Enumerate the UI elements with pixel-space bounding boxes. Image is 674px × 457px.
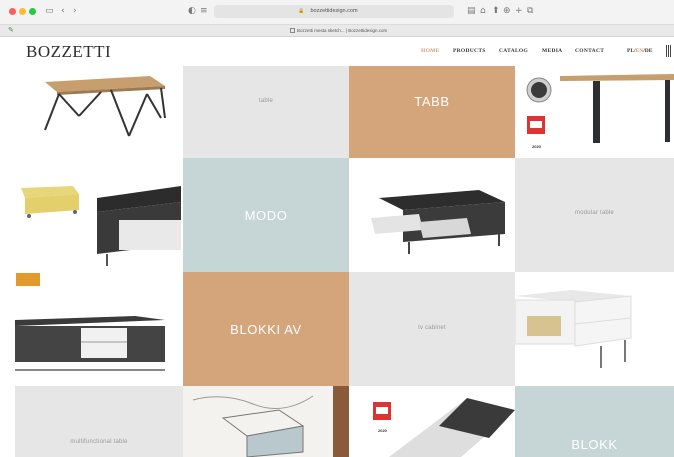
tile-label-tabb: TABB	[414, 94, 450, 109]
tile-blokki-av[interactable]: BLOKKI AV	[183, 272, 349, 386]
tab-overview-icon[interactable]: ⧉	[527, 5, 533, 17]
tile-label-modular-table: modular table	[575, 210, 614, 216]
tile-label-blokki-av: BLOKKI AV	[230, 322, 302, 337]
tile-blokk[interactable]: BLOKK	[515, 386, 674, 457]
tab-bar: ✎ Bozzetti mesta sketch... | Bozzettides…	[0, 25, 674, 37]
address-bar-url: bozzettidesign.com	[310, 8, 358, 14]
nav-contact[interactable]: CONTACT	[575, 46, 604, 56]
downloads-icon[interactable]: ⊕	[503, 5, 511, 17]
tile-blokki-av-image[interactable]	[15, 272, 183, 386]
language-switcher: PL/EN/DE	[627, 46, 652, 56]
tab-title-text: Bozzetti mesta sketch... | Bozzettidesig…	[297, 28, 388, 33]
reader-icon[interactable]: ≡	[200, 5, 208, 17]
nav-catalog[interactable]: CATALOG	[499, 46, 528, 56]
award-blokk-photo	[373, 398, 515, 457]
site-logo[interactable]: BOZZETTI	[26, 41, 111, 63]
menu-icon[interactable]	[666, 45, 672, 57]
sketch-photo	[183, 386, 349, 457]
nav-media[interactable]: MEDIA	[542, 46, 562, 56]
tile-label-modo: MODO	[244, 208, 288, 223]
minimize-window-button[interactable]	[19, 8, 26, 15]
tile-modular-table[interactable]: modular table	[515, 158, 674, 272]
tile-sketch-image[interactable]	[183, 386, 349, 457]
table-photo	[44, 76, 166, 137]
zoom-window-button[interactable]	[29, 8, 36, 15]
lang-pl[interactable]: PL	[627, 48, 634, 54]
tile-award-table-image[interactable]: 2020	[515, 66, 674, 158]
tile-multifunctional-table[interactable]: multifunctional table	[15, 386, 183, 457]
modo-photo	[21, 186, 181, 266]
blokki-av-photo	[15, 316, 165, 371]
new-badge	[16, 273, 40, 286]
forward-icon[interactable]: ›	[73, 5, 77, 17]
tile-table-image[interactable]	[15, 66, 183, 158]
award-year-2: 2020	[378, 428, 387, 433]
back-icon[interactable]: ‹	[61, 5, 65, 17]
tv-cabinet-photo	[515, 290, 632, 368]
share-icon[interactable]: ⬆	[492, 5, 500, 17]
tile-tabb[interactable]: TABB	[349, 66, 515, 158]
favicon-icon	[290, 28, 295, 33]
tile-award-blokk-image[interactable]: 2020	[349, 386, 515, 457]
sidebar-icon[interactable]: ▭	[45, 5, 54, 17]
nav-products[interactable]: PRODUCTS	[453, 46, 486, 56]
nav-home[interactable]: HOME	[421, 46, 440, 56]
tile-label-multifunctional-table: multifunctional table	[70, 439, 128, 445]
close-window-button[interactable]	[9, 8, 16, 15]
tile-label-table: table	[258, 98, 273, 104]
modular-table-photo	[371, 190, 505, 254]
extension-pen-icon[interactable]: ✎	[8, 26, 16, 35]
tile-modo[interactable]: MODO	[183, 158, 349, 272]
address-bar[interactable]: 🔒 bozzettidesign.com	[214, 5, 454, 18]
tile-modo-image[interactable]	[15, 158, 183, 272]
browser-window: ▭ ‹ › ◐ ≡ 🔒 bozzettidesign.com ▤ ⌂ ⬆ ⊕ +…	[0, 0, 674, 457]
tile-label-tv-cabinet: tv cabinet	[418, 325, 446, 331]
tile-modular-table-image[interactable]	[349, 158, 515, 272]
privacy-icon[interactable]: ◐	[188, 5, 196, 17]
tile-tv-cabinet[interactable]: tv cabinet	[349, 272, 515, 386]
tile-label-blokk: BLOKK	[571, 437, 618, 452]
tile-tv-cabinet-image[interactable]	[515, 272, 674, 386]
award-year: 2020	[532, 144, 541, 149]
lang-de[interactable]: DE	[645, 48, 653, 54]
active-tab[interactable]: Bozzetti mesta sketch... | Bozzettidesig…	[290, 25, 387, 37]
new-tab-icon[interactable]: +	[515, 5, 523, 17]
browser-toolbar: ▭ ‹ › ◐ ≡ 🔒 bozzettidesign.com ▤ ⌂ ⬆ ⊕ +…	[0, 0, 674, 25]
extension-icon[interactable]: ⌂	[480, 5, 486, 17]
translate-icon[interactable]: ▤	[467, 5, 476, 17]
site-header: BOZZETTI HOME PRODUCTS CATALOG MEDIA CON…	[0, 37, 674, 66]
tile-table[interactable]: table	[183, 66, 349, 158]
